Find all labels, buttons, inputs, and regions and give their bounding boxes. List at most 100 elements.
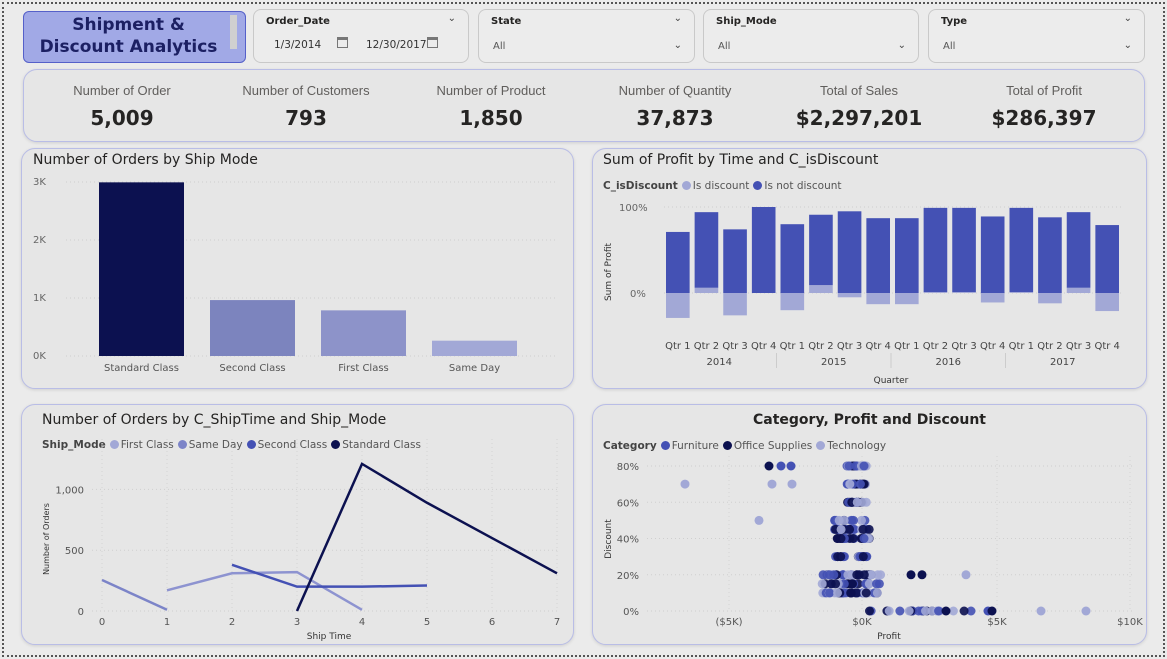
data-point[interactable] xyxy=(848,579,858,589)
ship-mode-slicer[interactable]: Ship_Mode All ⌄ xyxy=(703,9,919,63)
data-point[interactable] xyxy=(906,570,916,580)
bar[interactable] xyxy=(751,207,776,293)
type-value[interactable]: All xyxy=(943,41,955,52)
bar[interactable] xyxy=(809,285,833,293)
bar[interactable] xyxy=(694,212,719,288)
data-point[interactable] xyxy=(839,515,849,525)
bar[interactable] xyxy=(923,207,948,293)
bar[interactable] xyxy=(780,293,805,311)
start-date-input[interactable]: 1/3/2014 xyxy=(274,39,321,51)
ship-mode-value[interactable]: All xyxy=(718,41,730,52)
data-point[interactable] xyxy=(680,479,690,489)
data-point[interactable] xyxy=(876,570,886,580)
state-value[interactable]: All xyxy=(493,41,505,52)
series-line[interactable] xyxy=(101,578,168,611)
chevron-down-icon[interactable]: ⌄ xyxy=(898,40,906,51)
order-date-slicer[interactable]: Order_Date ⌄ 1/3/2014 12/30/2017 xyxy=(253,9,469,63)
ship-mode-bar-chart[interactable]: 0K 1K 2K 3K Standard Class Second Class First … xyxy=(21,148,574,389)
bar[interactable] xyxy=(866,218,890,293)
data-point[interactable] xyxy=(818,570,828,580)
bar[interactable] xyxy=(1095,293,1119,312)
bar[interactable] xyxy=(952,292,976,293)
data-point[interactable] xyxy=(852,497,862,507)
bar[interactable] xyxy=(923,292,948,293)
data-point[interactable] xyxy=(826,579,836,589)
data-point[interactable] xyxy=(829,570,839,580)
bar[interactable] xyxy=(952,207,976,293)
data-point[interactable] xyxy=(904,606,914,616)
data-point[interactable] xyxy=(854,570,864,580)
data-point[interactable] xyxy=(855,479,865,489)
series-line[interactable] xyxy=(295,462,558,612)
data-point[interactable] xyxy=(754,515,764,525)
bar[interactable] xyxy=(809,214,833,286)
bar[interactable] xyxy=(895,218,919,293)
bar[interactable] xyxy=(1095,225,1119,293)
bar[interactable] xyxy=(1038,293,1062,304)
data-point[interactable] xyxy=(921,606,930,616)
data-point[interactable] xyxy=(787,479,797,489)
bar[interactable] xyxy=(666,293,690,318)
bar[interactable] xyxy=(780,224,805,293)
end-date-input[interactable]: 12/30/2017 xyxy=(366,39,427,51)
category-scatter-chart[interactable]: 0% 20% 40% 60% 80% ($5K) $0K $5K $10K Profit Disco… xyxy=(592,404,1147,645)
calendar-icon[interactable] xyxy=(427,37,438,48)
data-point[interactable] xyxy=(941,606,951,616)
state-slicer[interactable]: State ⌄ All ⌄ xyxy=(478,9,695,63)
data-point[interactable] xyxy=(872,588,882,598)
data-point[interactable] xyxy=(817,579,827,589)
data-point[interactable] xyxy=(767,479,777,489)
data-point[interactable] xyxy=(895,606,905,616)
bar[interactable] xyxy=(980,293,1005,303)
data-point[interactable] xyxy=(836,552,846,562)
bar[interactable] xyxy=(837,211,862,293)
chevron-down-icon[interactable]: ⌄ xyxy=(1124,13,1132,24)
data-point[interactable] xyxy=(786,461,796,471)
data-point[interactable] xyxy=(859,461,869,471)
calendar-icon[interactable] xyxy=(337,37,348,48)
data-point[interactable] xyxy=(836,534,846,543)
bar[interactable] xyxy=(837,293,862,298)
bar[interactable] xyxy=(666,231,690,293)
bar[interactable] xyxy=(1009,207,1034,293)
data-point[interactable] xyxy=(858,552,868,562)
data-point[interactable] xyxy=(1036,606,1046,616)
data-point[interactable] xyxy=(865,606,874,616)
data-point[interactable] xyxy=(845,479,855,489)
data-point[interactable] xyxy=(859,534,869,543)
data-point[interactable] xyxy=(825,588,834,598)
data-point[interactable] xyxy=(884,606,894,616)
series-line[interactable] xyxy=(166,570,363,611)
data-point[interactable] xyxy=(764,461,774,471)
data-point[interactable] xyxy=(987,606,997,616)
data-point[interactable] xyxy=(846,588,856,598)
chevron-down-icon[interactable]: ⌄ xyxy=(1124,40,1132,51)
chevron-down-icon[interactable]: ⌄ xyxy=(674,40,682,51)
bar[interactable] xyxy=(723,293,747,316)
bar[interactable] xyxy=(432,340,517,356)
chevron-down-icon[interactable]: ⌄ xyxy=(674,13,682,24)
bar[interactable] xyxy=(1038,217,1062,293)
data-point[interactable] xyxy=(861,588,871,598)
bar[interactable] xyxy=(866,293,890,305)
bar[interactable] xyxy=(1009,292,1034,293)
type-slicer[interactable]: Type ⌄ All ⌄ xyxy=(928,9,1145,63)
data-point[interactable] xyxy=(959,606,969,616)
series-line[interactable] xyxy=(231,563,428,588)
data-point[interactable] xyxy=(857,515,866,525)
bar[interactable] xyxy=(723,229,747,293)
bar[interactable] xyxy=(694,287,719,293)
data-point[interactable] xyxy=(864,524,874,534)
data-point[interactable] xyxy=(849,515,858,525)
data-point[interactable] xyxy=(961,570,971,580)
bar[interactable] xyxy=(895,293,919,305)
bar[interactable] xyxy=(321,310,406,356)
profit-stacked-bar-chart[interactable]: 100%0%Sum of ProfitQtr 1 Qtr 2 Qtr 3 Qtr 4Q… xyxy=(592,148,1147,389)
data-point[interactable] xyxy=(833,588,842,598)
bar[interactable] xyxy=(1066,212,1091,288)
bar[interactable] xyxy=(980,216,1005,293)
data-point[interactable] xyxy=(917,570,927,580)
bar[interactable] xyxy=(210,300,295,356)
data-point[interactable] xyxy=(836,524,846,534)
ship-time-line-chart[interactable]: 0 500 1,000 0 1 2 3 4 5 6 7 Ship Time Number of Orde… xyxy=(21,404,574,645)
